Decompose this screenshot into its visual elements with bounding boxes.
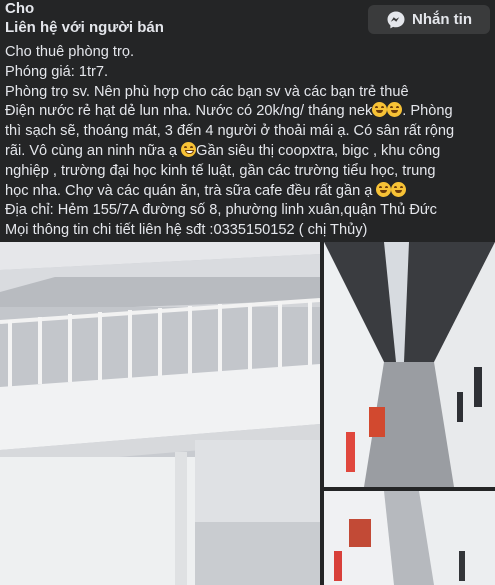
photo-corridor-lower[interactable]: [324, 491, 495, 585]
corridor-lower-image: [324, 491, 495, 585]
post-line: Địa chỉ: Hẻm 155/7A đường số 8, phường l…: [5, 202, 437, 219]
post-description: Cho thuê phòng trọ. Phóng giá: 1tr7. Phò…: [5, 43, 493, 241]
smiling-face-emoji-icon: [391, 181, 407, 197]
photo-loft-room[interactable]: [0, 242, 320, 585]
photo-gallery: [0, 242, 495, 585]
photo-corridor-upper[interactable]: [324, 242, 495, 487]
contact-seller-title: Liên hệ với người bán: [5, 19, 164, 36]
seller-name[interactable]: Cho: [5, 0, 34, 17]
post-line: rãi. Vô cùng an ninh nữa ạ Gần siêu thị …: [5, 141, 493, 162]
smiling-face-emoji-icon: [387, 102, 403, 118]
messenger-icon: [386, 10, 406, 30]
post-line-text: học nha. Chợ và các quán ăn, trà sữa caf…: [5, 182, 377, 199]
post-line: Mọi thông tin chi tiết liên hệ sđt :0335…: [5, 222, 368, 239]
post-header: Cho Liên hệ với người bán Nhắn tin: [0, 0, 495, 40]
post-line: Điện nước rẻ hạt dẻ lun nha. Nước có 20k…: [5, 102, 493, 122]
post-line: nghiệp , trường đại học kinh tế luật, gầ…: [5, 162, 436, 179]
smiling-face-emoji-icon: [372, 102, 388, 118]
post-line-text: . Phòng: [402, 103, 453, 120]
message-button-label: Nhắn tin: [412, 11, 472, 28]
post-line-text: rãi. Vô cùng an ninh nữa ạ: [5, 142, 182, 159]
post-line: Phóng giá: 1tr7.: [5, 63, 109, 80]
smiling-face-emoji-icon: [376, 181, 392, 197]
corridor-upper-image: [324, 242, 495, 487]
post-line-text: Gần siêu thị coopxtra, bigc , khu công: [196, 142, 441, 159]
post-line: học nha. Chợ và các quán ăn, trà sữa caf…: [5, 181, 493, 202]
post-line: thì sạch sẽ, thoáng mát, 3 đến 4 người ở…: [5, 123, 455, 140]
post-line: Cho thuê phòng trọ.: [5, 44, 135, 60]
message-seller-button[interactable]: Nhắn tin: [368, 5, 490, 34]
loft-room-image: [0, 242, 320, 585]
post-line: Phòng trọ sv. Nên phù hợp cho các bạn sv…: [5, 83, 409, 100]
grinning-face-emoji-icon: [181, 141, 197, 157]
post-line-text: Điện nước rẻ hạt dẻ lun nha. Nước có 20k…: [5, 103, 373, 120]
